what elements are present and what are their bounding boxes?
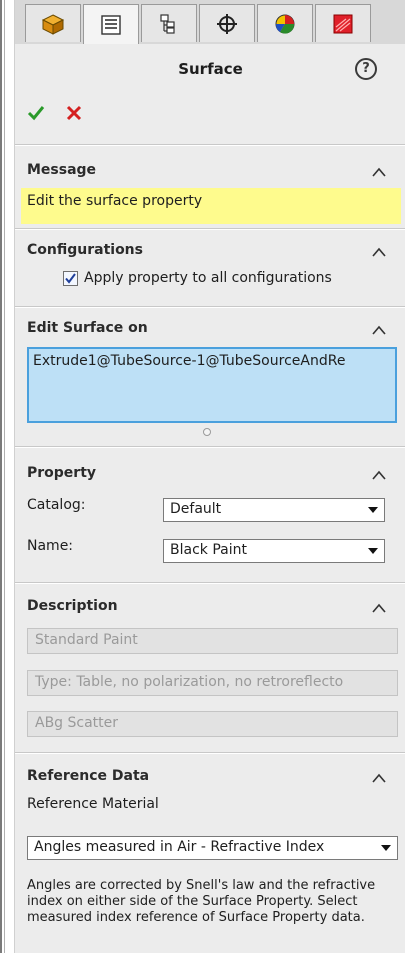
section-divider-highlight [15,229,405,230]
edit-surface-section-title: Edit Surface on [27,320,148,336]
catalog-value: Default [170,501,222,517]
angles-value: Angles measured in Air - Refractive Inde… [34,839,325,855]
reference-material-label: Reference Material [27,796,159,812]
resize-handle[interactable] [203,428,211,436]
chevron-up-icon[interactable] [371,246,387,258]
apply-all-label: Apply property to all configurations [84,270,332,286]
message-box: Edit the surface property [21,188,401,224]
help-icon[interactable]: ? [355,58,377,80]
list-item[interactable]: Extrude1@TubeSource-1@TubeSourceAndRe [33,353,391,369]
section-divider-highlight [15,583,405,584]
description-field-3: ABg Scatter [27,711,398,737]
catalog-label: Catalog: [27,497,86,513]
chevron-up-icon[interactable] [371,324,387,336]
checkmark-icon [65,272,76,284]
display-manager-icon [275,14,295,34]
description-section-title: Description [27,598,118,614]
dimxpert-icon [217,13,237,34]
tab-property-manager[interactable] [83,4,139,44]
section-divider-highlight [15,753,405,754]
window-edge [0,0,2,953]
chevron-up-icon[interactable] [371,772,387,784]
property-section-title: Property [27,465,97,481]
catalog-dropdown[interactable]: Default [163,498,385,522]
message-section-title: Message [27,162,97,178]
tab-dimxpert[interactable] [199,4,255,42]
description-field-1: Standard Paint [27,628,398,654]
tab-optical-plugin[interactable] [315,4,371,42]
dropdown-arrow-icon [368,507,378,513]
optical-plugin-icon [333,14,353,33]
feature-manager-icon [41,13,65,35]
name-label: Name: [27,538,74,554]
tab-bar [15,0,405,44]
tab-feature-manager[interactable] [25,4,81,42]
page-title: Surface [178,60,243,78]
reference-note: Angles are corrected by Snell's law and … [27,878,376,925]
cancel-x-icon[interactable] [65,104,83,122]
chevron-up-icon[interactable] [371,166,387,178]
property-manager-icon [101,14,121,35]
section-divider-highlight [15,447,405,448]
chevron-up-icon[interactable] [371,602,387,614]
dropdown-arrow-icon [368,548,378,554]
window-edge-inner [4,0,5,953]
description-field-2: Type: Table, no polarization, no retrore… [27,670,398,696]
chevron-up-icon[interactable] [371,469,387,481]
reference-data-section-title: Reference Data [27,768,150,784]
apply-all-configurations-row[interactable]: Apply property to all configurations [63,270,332,286]
section-divider-highlight [15,145,405,146]
section-divider-highlight [15,307,405,308]
tab-configuration-manager[interactable] [141,4,197,42]
angles-dropdown[interactable]: Angles measured in Air - Refractive Inde… [27,836,398,860]
name-value: Black Paint [170,542,247,558]
property-manager-panel: Surface ? Message Edit the surface prope… [14,0,405,953]
name-dropdown[interactable]: Black Paint [163,539,385,563]
configurations-section-title: Configurations [27,242,143,258]
ok-checkmark-icon[interactable] [27,104,45,122]
edit-surface-selection-list[interactable]: Extrude1@TubeSource-1@TubeSourceAndRe [27,347,397,423]
apply-all-checkbox[interactable] [63,270,78,286]
dropdown-arrow-icon [381,845,391,851]
tab-display-manager[interactable] [257,4,313,42]
configuration-manager-icon [160,13,175,34]
